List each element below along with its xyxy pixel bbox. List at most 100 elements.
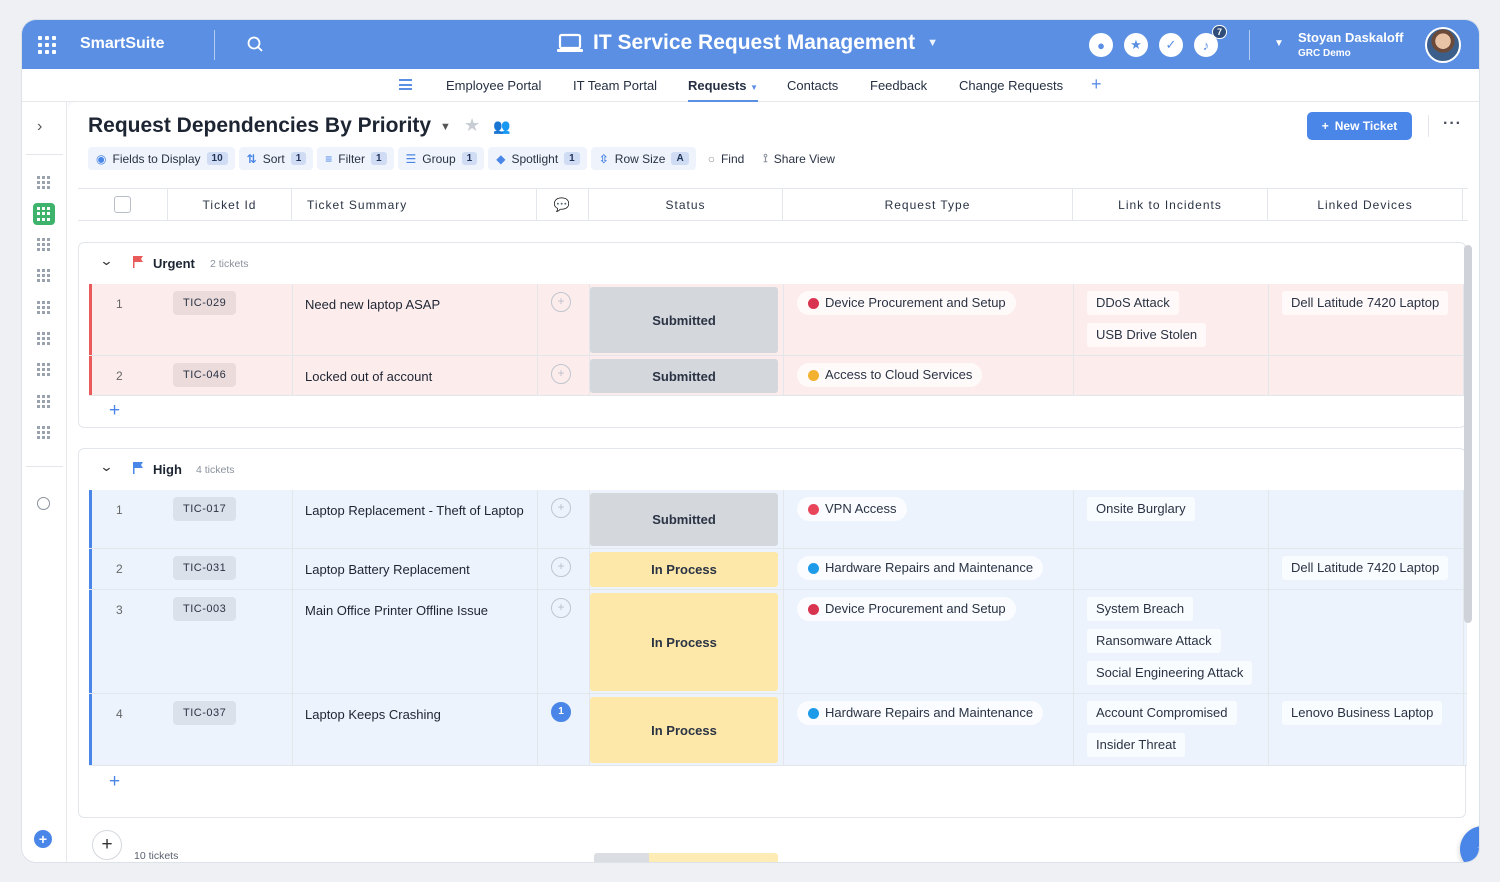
add-row-icon[interactable]: + — [109, 771, 120, 793]
new-ticket-button[interactable]: + New Ticket — [1307, 112, 1412, 140]
ticket-summary[interactable]: Laptop Keeps Crashing — [305, 705, 533, 725]
status-badge[interactable]: In Process — [590, 552, 778, 587]
col-linked-devices[interactable]: Linked Devices — [1268, 189, 1463, 220]
col-link-to-incidents[interactable]: Link to Incidents — [1073, 189, 1268, 220]
ticket-id[interactable]: TIC-003 — [173, 597, 237, 621]
tab-contacts[interactable]: Contacts — [787, 78, 838, 93]
add-tab-icon[interactable]: + — [1091, 74, 1102, 95]
ticket-id[interactable]: TIC-017 — [173, 497, 237, 521]
row-size-button[interactable]: ⇳ Row Size A — [590, 147, 696, 170]
ticket-summary[interactable]: Need new laptop ASAP — [305, 295, 533, 315]
incident-link[interactable]: DDoS Attack — [1087, 291, 1179, 315]
chevron-down-icon[interactable]: ▼ — [927, 37, 938, 49]
team-icon[interactable]: ● — [1089, 33, 1113, 57]
ticket-summary[interactable]: Locked out of account — [305, 367, 533, 387]
col-status[interactable]: Status — [589, 189, 783, 220]
incident-link[interactable]: System Breach — [1087, 597, 1194, 621]
share-view-button[interactable]: ⟟ Share View — [755, 147, 842, 170]
request-type-tag[interactable]: Access to Cloud Services — [797, 363, 983, 387]
chevron-down-icon[interactable]: ▼ — [440, 121, 451, 133]
ticket-summary[interactable]: Laptop Replacement - Theft of Laptop — [305, 501, 533, 521]
table-row[interactable]: 4 TIC-037 Laptop Keeps Crashing 1 In Pro… — [89, 694, 1467, 766]
tab-change-requests[interactable]: Change Requests — [959, 78, 1063, 93]
table-row[interactable]: 2 TIC-046 Locked out of account + Submit… — [89, 356, 1467, 396]
table-row[interactable]: 2 TIC-031 Laptop Battery Replacement + I… — [89, 549, 1467, 590]
find-button[interactable]: ○ Find — [700, 147, 752, 170]
chevron-down-icon[interactable]: ⌄ — [99, 459, 113, 475]
kanban-icon[interactable] — [36, 268, 51, 283]
table-row[interactable]: 1 TIC-017 Laptop Replacement - Theft of … — [89, 490, 1467, 549]
search-icon[interactable] — [246, 35, 266, 55]
help-icon[interactable] — [37, 497, 50, 510]
menu-icon[interactable] — [399, 79, 412, 90]
more-options-icon[interactable]: ··· — [1443, 115, 1462, 133]
ticket-id[interactable]: TIC-029 — [173, 291, 237, 315]
user-name[interactable]: Stoyan Daskaloff — [1298, 30, 1403, 45]
chevron-down-icon[interactable]: ⌄ — [99, 253, 113, 269]
table-row[interactable]: 1 TIC-029 Need new laptop ASAP + Submitt… — [89, 284, 1467, 356]
request-type-tag[interactable]: VPN Access — [797, 497, 907, 521]
request-type-tag[interactable]: Device Procurement and Setup — [797, 597, 1016, 621]
tab-it-team-portal[interactable]: IT Team Portal — [573, 78, 657, 93]
comment-count-icon[interactable]: 1 — [551, 702, 571, 722]
incident-link[interactable]: Social Engineering Attack — [1087, 661, 1253, 685]
tab-employee-portal[interactable]: Employee Portal — [446, 78, 541, 93]
device-link[interactable]: Lenovo Business Laptop — [1282, 701, 1443, 725]
status-badge[interactable]: Submitted — [590, 493, 778, 546]
request-type-tag[interactable]: Device Procurement and Setup — [797, 291, 1016, 315]
col-ticket-id[interactable]: Ticket Id — [168, 189, 292, 220]
grid-view-icon[interactable] — [36, 331, 51, 346]
ticket-summary[interactable]: Laptop Battery Replacement — [305, 560, 533, 580]
folder-icon[interactable] — [36, 394, 51, 409]
grid-view-icon[interactable] — [36, 175, 51, 190]
add-comment-icon[interactable]: + — [551, 557, 571, 577]
tab-requests[interactable]: Requests ▼ — [688, 78, 759, 102]
add-comment-icon[interactable]: + — [551, 498, 571, 518]
add-row-icon[interactable]: + — [109, 400, 120, 422]
col-request-type[interactable]: Request Type — [783, 189, 1073, 220]
fields-to-display-button[interactable]: ◉ Fields to Display 10 — [88, 147, 235, 170]
table-row[interactable]: 3 TIC-003 Main Office Printer Offline Is… — [89, 590, 1467, 694]
add-view-icon[interactable]: + — [34, 830, 52, 848]
check-icon[interactable]: ✓ — [1159, 33, 1183, 57]
group-header[interactable]: ⌄ High 4 tickets — [79, 449, 1465, 489]
add-record-button[interactable]: + — [92, 830, 122, 860]
select-all-checkbox[interactable] — [114, 196, 131, 213]
bell-icon[interactable]: ♪ 7 — [1194, 25, 1227, 57]
incident-link[interactable]: USB Drive Stolen — [1087, 323, 1207, 347]
ai-assistant-button[interactable]: ✦ — [1460, 826, 1479, 862]
status-badge[interactable]: In Process — [590, 697, 778, 763]
chevron-down-icon[interactable]: ▼ — [1274, 38, 1284, 49]
add-comment-icon[interactable]: + — [551, 598, 571, 618]
people-icon[interactable]: 👥 — [493, 118, 510, 135]
status-badge[interactable]: In Process — [590, 593, 778, 691]
request-type-tag[interactable]: Hardware Repairs and Maintenance — [797, 556, 1044, 580]
view-title[interactable]: Request Dependencies By Priority — [88, 114, 431, 138]
group-button[interactable]: ☰ Group 1 — [397, 147, 485, 170]
workspace-title[interactable]: IT Service Request Management ▼ — [557, 31, 938, 55]
status-badge[interactable]: Submitted — [590, 287, 778, 353]
ticket-id[interactable]: TIC-046 — [173, 363, 237, 387]
spotlight-button[interactable]: ◆ Spotlight 1 — [488, 147, 587, 170]
status-badge[interactable]: Submitted — [590, 359, 778, 393]
incident-link[interactable]: Insider Threat — [1087, 733, 1185, 757]
avatar[interactable] — [1425, 27, 1461, 63]
add-comment-icon[interactable]: + — [551, 292, 571, 312]
star-icon[interactable]: ★ — [1124, 33, 1148, 57]
incident-link[interactable]: Account Compromised — [1087, 701, 1237, 725]
request-type-tag[interactable]: Hardware Repairs and Maintenance — [797, 701, 1044, 725]
ticket-summary[interactable]: Main Office Printer Offline Issue — [305, 601, 533, 621]
apps-grid-icon[interactable] — [38, 36, 56, 54]
tab-feedback[interactable]: Feedback — [870, 78, 927, 93]
calendar-icon[interactable] — [36, 425, 51, 440]
ticket-id[interactable]: TIC-031 — [173, 556, 237, 580]
grid-view-icon[interactable] — [36, 300, 51, 315]
col-comments[interactable]: 💬 — [537, 189, 589, 220]
filter-button[interactable]: ≡ Filter 1 — [317, 147, 394, 170]
star-icon[interactable]: ★ — [464, 115, 480, 136]
ticket-id[interactable]: TIC-037 — [173, 701, 237, 725]
group-header[interactable]: ⌄ Urgent 2 tickets — [79, 243, 1465, 283]
col-ticket-summary[interactable]: Ticket Summary — [292, 189, 537, 220]
grid-view-icon-active[interactable] — [33, 203, 55, 225]
device-link[interactable]: Dell Latitude 7420 Laptop — [1282, 291, 1449, 315]
